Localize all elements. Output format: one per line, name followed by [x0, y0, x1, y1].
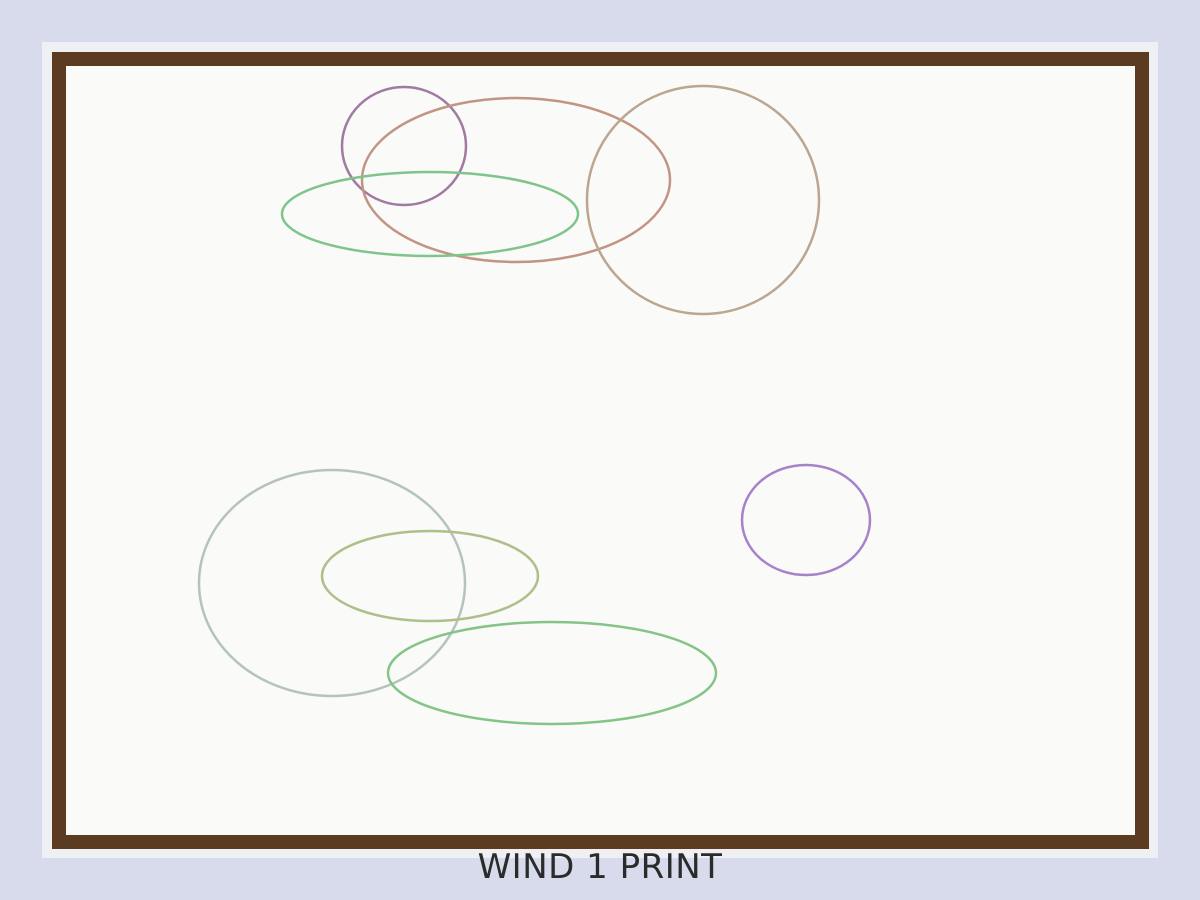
artwork-svg: [197, 84, 872, 726]
violet-circle: [740, 463, 872, 577]
artwork-caption: WIND 1 PRINT: [477, 847, 723, 887]
artwork-canvas: [66, 66, 1135, 835]
olive-ellipse: [320, 529, 540, 623]
gray-green-circle: [197, 468, 467, 698]
plum-circle: [340, 85, 468, 207]
green-ellipse-top: [280, 170, 580, 258]
green-ellipse-bottom: [386, 620, 718, 726]
tan-circle: [585, 84, 821, 316]
